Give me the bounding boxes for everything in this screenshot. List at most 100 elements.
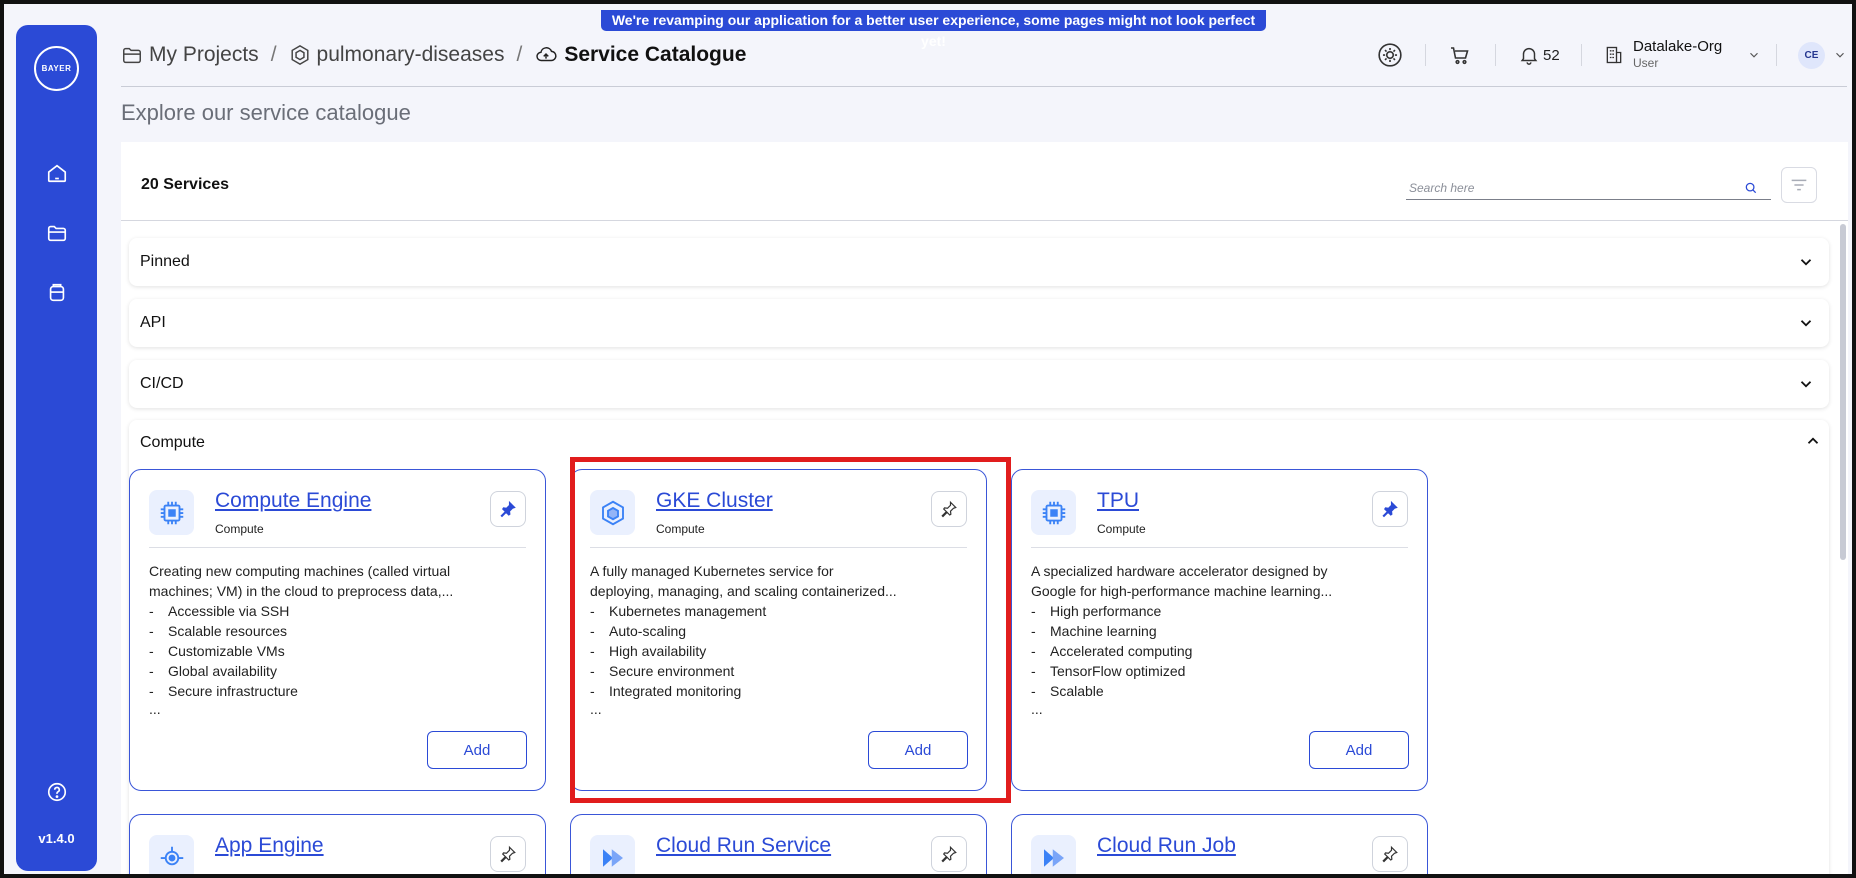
app-engine-icon xyxy=(149,835,194,874)
list-item: - High performance xyxy=(1031,603,1162,619)
section-cicd[interactable]: CI/CD xyxy=(129,360,1829,408)
notifications-button[interactable]: 52 xyxy=(1518,37,1560,73)
service-title[interactable]: Cloud Run Service xyxy=(656,834,831,858)
list-item: - Secure environment xyxy=(590,663,735,679)
list-item: - Machine learning xyxy=(1031,623,1157,639)
pin-button[interactable] xyxy=(490,836,526,872)
home-icon[interactable] xyxy=(44,160,70,186)
breadcrumb-my-projects[interactable]: My Projects xyxy=(121,43,259,67)
header-divider xyxy=(1425,44,1426,66)
list-item: - Scalable resources xyxy=(149,623,288,639)
list-item: - Accelerated computing xyxy=(1031,643,1193,659)
pin-button[interactable] xyxy=(1372,836,1408,872)
search-icon[interactable] xyxy=(1744,181,1758,195)
org-switcher[interactable]: Datalake-Org User xyxy=(1604,37,1761,73)
header-divider xyxy=(1776,44,1777,66)
list-item: - High availability xyxy=(590,643,707,659)
description-line: Google for high-performance machine lear… xyxy=(1031,583,1333,599)
more-ellipsis: ... xyxy=(590,701,602,717)
page-subtitle: Explore our service catalogue xyxy=(121,100,411,125)
user-menu[interactable]: CE xyxy=(1798,37,1847,73)
cpu-chip-icon xyxy=(1031,490,1076,535)
description-line: A specialized hardware accelerator desig… xyxy=(1031,563,1328,579)
breadcrumb-current: Service Catalogue xyxy=(534,43,746,67)
card-divider xyxy=(149,547,526,548)
help-icon[interactable] xyxy=(44,779,70,805)
breadcrumb-project[interactable]: pulmonary-diseases xyxy=(289,43,504,67)
service-title[interactable]: Cloud Run Job xyxy=(1097,834,1236,858)
bayer-logo[interactable]: BAYER xyxy=(34,46,79,91)
cart-button[interactable] xyxy=(1448,37,1472,73)
feature-list: - Accessible via SSH - Scalable resources … xyxy=(149,601,519,701)
section-label: API xyxy=(140,314,166,331)
feature-list: - High performance - Machine learning - Acc… xyxy=(1031,601,1401,701)
list-item: - Integrated monitoring xyxy=(590,683,742,699)
cart-icon xyxy=(1451,47,1469,65)
bell-icon xyxy=(1520,47,1538,65)
cloud-run-icon xyxy=(590,835,635,874)
database-icon[interactable] xyxy=(44,280,70,306)
cube-icon xyxy=(590,490,635,535)
list-item: - Global availability xyxy=(149,663,277,679)
more-ellipsis: ... xyxy=(1031,701,1043,717)
service-title[interactable]: App Engine xyxy=(215,834,324,858)
pin-button[interactable] xyxy=(931,491,967,527)
service-description: A specialized hardware accelerator desig… xyxy=(1031,561,1401,601)
pin-button[interactable] xyxy=(931,836,967,872)
avatar: CE xyxy=(1798,41,1825,69)
description-line: Creating new computing machines (called … xyxy=(149,563,451,579)
filter-button[interactable] xyxy=(1781,167,1817,203)
header-divider xyxy=(1495,44,1496,66)
add-button[interactable]: Add xyxy=(868,731,968,769)
breadcrumb-separator: / xyxy=(516,43,523,66)
breadcrumb: My Projects / pulmonary-diseases / Servi… xyxy=(121,40,746,70)
org-role: User xyxy=(1633,56,1659,70)
section-pinned[interactable]: Pinned xyxy=(129,238,1829,286)
add-button[interactable]: Add xyxy=(1309,731,1409,769)
service-card-tpu: TPU Compute A specialized hardware accel… xyxy=(1011,469,1428,791)
description-line: A fully managed Kubernetes service for xyxy=(590,563,834,579)
app-version: v1.4.0 xyxy=(38,831,75,846)
section-compute: Compute Compute Engine Compute Creating … xyxy=(129,420,1829,874)
service-card-compute-engine: Compute Engine Compute Creating new comp… xyxy=(129,469,546,791)
search-input[interactable] xyxy=(1406,180,1736,195)
breadcrumb-current-label: Service Catalogue xyxy=(564,43,747,66)
service-title[interactable]: TPU xyxy=(1097,489,1139,513)
description-line: machines; VM) in the cloud to preprocess… xyxy=(149,583,454,599)
section-label[interactable]: Compute xyxy=(140,434,205,452)
header-divider xyxy=(1581,44,1582,66)
service-category: Compute xyxy=(215,522,264,536)
service-category: Compute xyxy=(1097,522,1146,536)
pin-outline-icon xyxy=(500,845,516,863)
service-title[interactable]: GKE Cluster xyxy=(656,489,773,513)
search-bar xyxy=(1406,176,1771,200)
pin-outline-icon xyxy=(1382,845,1398,863)
folder-icon[interactable] xyxy=(44,220,70,246)
pin-filled-icon xyxy=(1382,500,1398,518)
chevron-down-icon xyxy=(1800,259,1812,266)
pin-button[interactable] xyxy=(490,491,526,527)
pin-outline-icon xyxy=(941,500,957,518)
scrollbar[interactable] xyxy=(1840,224,1846,560)
list-item: - Scalable xyxy=(1031,683,1104,699)
pin-filled-icon xyxy=(500,500,516,518)
description-line: deploying, managing, and scaling contain… xyxy=(590,583,897,599)
header-divider-line xyxy=(121,86,1847,87)
cpu-chip-icon xyxy=(149,490,194,535)
section-api[interactable]: API xyxy=(129,299,1829,347)
service-title[interactable]: Compute Engine xyxy=(215,489,371,513)
project-hexagon-icon xyxy=(291,44,309,66)
pin-outline-icon xyxy=(941,845,957,863)
list-item: - TensorFlow optimized xyxy=(1031,663,1186,679)
add-button[interactable]: Add xyxy=(427,731,527,769)
chevron-up-icon[interactable] xyxy=(1804,432,1822,450)
filter-icon xyxy=(1791,179,1807,191)
gear-icon xyxy=(1378,43,1402,67)
chevron-down-icon xyxy=(1836,52,1844,58)
breadcrumb-root-label: My Projects xyxy=(149,43,259,66)
folders-icon xyxy=(123,47,141,64)
service-category: Compute xyxy=(656,522,705,536)
pin-button[interactable] xyxy=(1372,491,1408,527)
chevron-down-icon xyxy=(1800,320,1812,327)
settings-button[interactable] xyxy=(1377,37,1403,73)
